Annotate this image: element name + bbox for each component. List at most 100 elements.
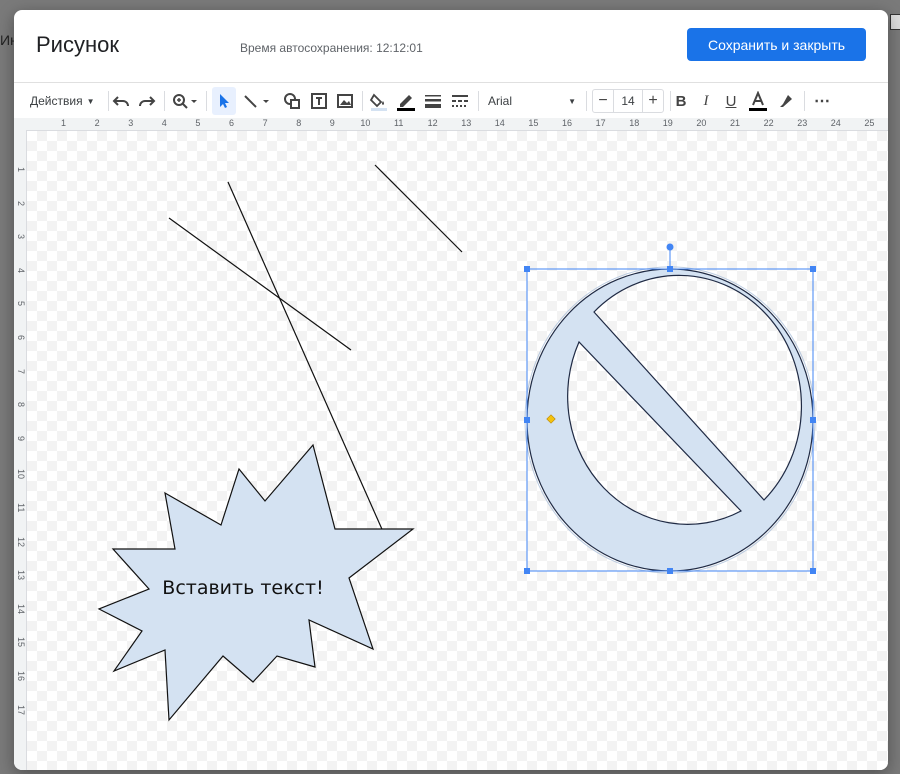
resize-handle[interactable] bbox=[810, 266, 816, 272]
background-panel-icon bbox=[890, 14, 900, 30]
ruler-tick-label: 8 bbox=[16, 402, 26, 408]
italic-icon[interactable]: I bbox=[695, 87, 717, 115]
toolbar-divider bbox=[586, 91, 587, 111]
ruler-tick-label: 14 bbox=[16, 603, 26, 614]
actions-menu[interactable]: Действия ▼ bbox=[30, 87, 95, 115]
ruler-tick-label: 5 bbox=[195, 118, 201, 128]
resize-handle[interactable] bbox=[667, 568, 673, 574]
rotate-handle[interactable] bbox=[666, 243, 674, 251]
dialog-header: Рисунок Время автосохранения: 12:12:01 С… bbox=[14, 10, 888, 82]
ruler-tick-label: 17 bbox=[16, 704, 26, 715]
chevron-down-icon: ▼ bbox=[568, 96, 576, 106]
autosave-status: Время автосохранения: 12:12:01 bbox=[240, 41, 423, 55]
toolbar-divider bbox=[362, 91, 363, 111]
ruler-tick-label: 21 bbox=[730, 118, 741, 128]
ruler-tick-label: 1 bbox=[61, 118, 67, 128]
ruler-tick-label: 4 bbox=[161, 118, 167, 128]
shape-icon[interactable] bbox=[280, 87, 304, 115]
ruler-tick-label: 8 bbox=[296, 118, 302, 128]
ruler-tick-label: 4 bbox=[16, 267, 26, 273]
toolbar-divider bbox=[164, 91, 165, 111]
actions-label: Действия bbox=[30, 94, 83, 108]
line-shape[interactable] bbox=[168, 217, 352, 351]
ruler-horizontal: 1 2 3 4 5 6 7 8 9 10 11 12 13 14 15 16 17 18 19 20 21 22 23 24 2… bbox=[14, 118, 888, 131]
ruler-tick-label: 15 bbox=[16, 637, 26, 648]
bold-icon[interactable]: B bbox=[670, 87, 692, 115]
ruler-tick-label: 24 bbox=[830, 118, 841, 128]
font-size-input[interactable]: 14 bbox=[613, 90, 643, 112]
toolbar-divider bbox=[478, 91, 479, 111]
decrease-font-size-button[interactable]: − bbox=[593, 90, 613, 112]
chevron-down-icon: ▼ bbox=[86, 96, 95, 106]
drawing-dialog: Рисунок Время автосохранения: 12:12:01 С… bbox=[14, 10, 888, 770]
ruler-tick-label: 10 bbox=[360, 118, 371, 128]
save-and-close-button[interactable]: Сохранить и закрыть bbox=[687, 28, 866, 61]
border-color-icon[interactable] bbox=[394, 87, 418, 115]
ruler-tick-label: 22 bbox=[763, 118, 774, 128]
resize-handle[interactable] bbox=[524, 417, 530, 423]
resize-handle[interactable] bbox=[524, 568, 530, 574]
ruler-tick-label: 14 bbox=[494, 118, 505, 128]
ruler-tick-label: 19 bbox=[662, 118, 673, 128]
ruler-tick-label: 16 bbox=[562, 118, 573, 128]
ruler-tick-label: 11 bbox=[394, 118, 404, 128]
undo-icon[interactable] bbox=[110, 87, 132, 115]
resize-handle[interactable] bbox=[810, 568, 816, 574]
border-weight-icon[interactable] bbox=[421, 87, 445, 115]
font-size-stepper: − 14 + bbox=[592, 89, 664, 113]
ruler-tick-label: 2 bbox=[94, 118, 100, 128]
ruler-tick-label: 5 bbox=[16, 301, 26, 307]
ruler-tick-label: 20 bbox=[696, 118, 707, 128]
ruler-tick-label: 9 bbox=[329, 118, 335, 128]
redo-icon[interactable] bbox=[136, 87, 158, 115]
ruler-tick-label: 18 bbox=[629, 118, 640, 128]
increase-font-size-button[interactable]: + bbox=[643, 90, 663, 112]
resize-handle[interactable] bbox=[667, 266, 673, 272]
toolbar: Действия ▼ Arial ▼ − 14 + B I U ⋯ bbox=[14, 82, 888, 120]
ruler-tick-label: 7 bbox=[262, 118, 268, 128]
zoom-icon[interactable] bbox=[169, 87, 201, 115]
ruler-tick-label: 23 bbox=[797, 118, 808, 128]
ruler-tick-label: 13 bbox=[16, 570, 26, 581]
dialog-title: Рисунок bbox=[36, 32, 119, 57]
ruler-vertical: 1 2 3 4 5 6 7 8 9 10 11 12 13 14 15 16 17 bbox=[14, 130, 27, 770]
ruler-tick-label: 17 bbox=[595, 118, 606, 128]
toolbar-divider bbox=[804, 91, 805, 111]
starburst-text[interactable]: Вставить текст! bbox=[162, 577, 323, 599]
ruler-tick-label: 12 bbox=[16, 536, 26, 547]
font-family-select[interactable]: Arial ▼ bbox=[484, 87, 580, 115]
image-icon[interactable] bbox=[333, 87, 357, 115]
ruler-tick-label: 7 bbox=[16, 368, 26, 374]
more-icon[interactable]: ⋯ bbox=[810, 87, 834, 115]
ruler-tick-label: 12 bbox=[427, 118, 438, 128]
ruler-tick-label: 11 bbox=[16, 503, 26, 513]
toolbar-divider bbox=[108, 91, 109, 111]
line-icon[interactable] bbox=[240, 87, 274, 115]
ruler-tick-label: 3 bbox=[128, 118, 134, 128]
text-color-icon[interactable] bbox=[746, 87, 770, 115]
border-dash-icon[interactable] bbox=[448, 87, 472, 115]
underline-icon[interactable]: U bbox=[720, 87, 742, 115]
line-shape[interactable] bbox=[374, 164, 463, 253]
drawing-canvas[interactable]: Вставить текст! bbox=[27, 131, 888, 770]
resize-handle[interactable] bbox=[524, 266, 530, 272]
ruler-tick-label: 9 bbox=[16, 435, 26, 441]
ruler-tick-label: 10 bbox=[16, 469, 26, 480]
toolbar-divider bbox=[206, 91, 207, 111]
ruler-tick-label: 25 bbox=[864, 118, 875, 128]
ruler-tick-label: 16 bbox=[16, 671, 26, 682]
no-symbol-shape[interactable] bbox=[524, 266, 816, 574]
ruler-tick-label: 6 bbox=[16, 335, 26, 341]
ruler-tick-label: 6 bbox=[229, 118, 235, 128]
ruler-tick-label: 2 bbox=[16, 200, 26, 206]
font-family-label: Arial bbox=[488, 94, 513, 108]
select-icon[interactable] bbox=[212, 87, 236, 115]
ruler-tick-label: 15 bbox=[528, 118, 539, 128]
fill-color-icon[interactable] bbox=[367, 87, 391, 115]
ruler-tick-label: 3 bbox=[16, 234, 26, 240]
ruler-tick-label: 1 bbox=[16, 167, 26, 173]
resize-handle[interactable] bbox=[810, 417, 816, 423]
drawing-svg: Вставить текст! bbox=[97, 164, 816, 722]
highlight-icon[interactable] bbox=[774, 87, 798, 115]
textbox-icon[interactable] bbox=[307, 87, 331, 115]
